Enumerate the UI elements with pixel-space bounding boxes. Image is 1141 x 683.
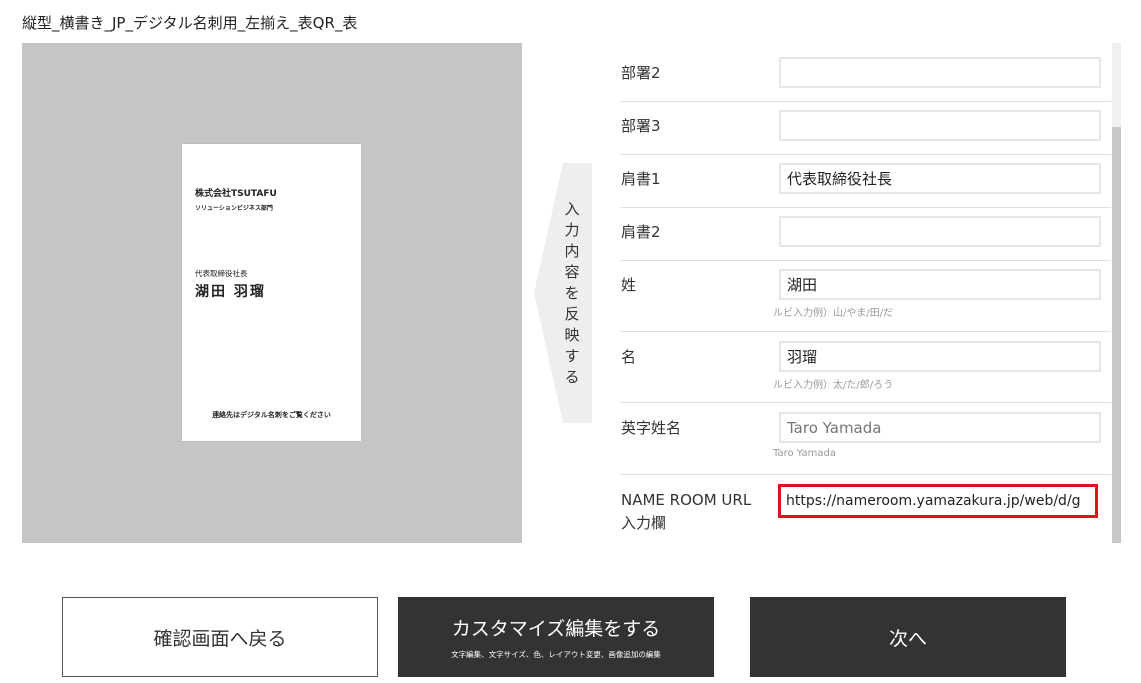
card-position: 代表取締役社長: [195, 269, 248, 278]
form-row-last-name: 姓 ルビ入力例）山/やま/田/だ: [621, 260, 1111, 332]
form-scrollbar-thumb[interactable]: [1112, 127, 1121, 543]
field-label-title1: 肩書1: [621, 170, 661, 188]
form-row-department2: 部署2: [621, 48, 1111, 102]
title2-input[interactable]: [779, 216, 1101, 247]
page-title: 縦型_横書き_JP_デジタル名刺用_左揃え_表QR_表: [22, 14, 358, 32]
field-label-last-name: 姓: [621, 276, 637, 294]
field-label-department3: 部署3: [621, 117, 661, 135]
field-label-first-name: 名: [621, 348, 637, 366]
business-card-preview: 株式会社TSUTAFU ソリューションビジネス部門 代表取締役社長 湖田 羽瑠 …: [182, 144, 361, 441]
card-footer-note: 連絡先はデジタル名刺をご覧ください: [212, 411, 331, 419]
card-department: ソリューションビジネス部門: [195, 205, 273, 212]
form-row-first-name: 名 ルビ入力例）太/た/郎/ろう: [621, 331, 1111, 403]
card-company: 株式会社TSUTAFU: [195, 189, 277, 199]
customize-edit-button[interactable]: カスタマイズ編集をする 文字編集、文字サイズ、色、レイアウト変更、画像追加の編集: [398, 597, 714, 677]
last-name-input[interactable]: [779, 269, 1101, 300]
first-name-input[interactable]: [779, 341, 1101, 372]
english-name-example-hint: Taro Yamada: [773, 448, 836, 459]
field-label-department2: 部署2: [621, 64, 661, 82]
reflect-input-label: 入力内容を反映する: [564, 200, 580, 386]
title1-input[interactable]: [779, 163, 1101, 194]
form-row-title1: 肩書1: [621, 154, 1111, 208]
card-preview-area: 株式会社TSUTAFU ソリューションビジネス部門 代表取締役社長 湖田 羽瑠 …: [22, 43, 522, 543]
form-row-nameroom-url: NAME ROOM URL 入力欄: [621, 474, 1111, 543]
department3-input[interactable]: [779, 110, 1101, 141]
reflect-input-button[interactable]: 入力内容を反映する: [534, 163, 592, 423]
nameroom-url-input[interactable]: [778, 484, 1098, 518]
english-name-input[interactable]: [779, 412, 1101, 443]
form-row-english-name: 英字姓名 Taro Yamada: [621, 402, 1111, 475]
first-name-ruby-hint: ルビ入力例）太/た/郎/ろう: [773, 380, 894, 391]
form-scrollbar[interactable]: [1112, 43, 1121, 543]
field-label-english-name: 英字姓名: [621, 419, 682, 437]
card-name: 湖田 羽瑠: [195, 284, 266, 300]
last-name-ruby-hint: ルビ入力例）山/やま/田/だ: [773, 308, 894, 319]
field-label-nameroom-url-line2: 入力欄: [621, 514, 667, 532]
field-label-nameroom-url: NAME ROOM URL: [621, 491, 752, 509]
field-label-title2: 肩書2: [621, 223, 661, 241]
next-button[interactable]: 次へ: [750, 597, 1066, 677]
department2-input[interactable]: [779, 57, 1101, 88]
form-panel[interactable]: 部署2 部署3 肩書1 肩書2 姓 ルビ入力例）山/やま/田/だ 名 ルビ入力例…: [621, 43, 1121, 543]
customize-edit-sublabel: 文字編集、文字サイズ、色、レイアウト変更、画像追加の編集: [451, 650, 661, 659]
form-row-department3: 部署3: [621, 101, 1111, 155]
form-row-title2: 肩書2: [621, 207, 1111, 261]
customize-edit-label: カスタマイズ編集をする: [451, 618, 661, 640]
back-to-confirm-button[interactable]: 確認画面へ戻る: [62, 597, 378, 677]
